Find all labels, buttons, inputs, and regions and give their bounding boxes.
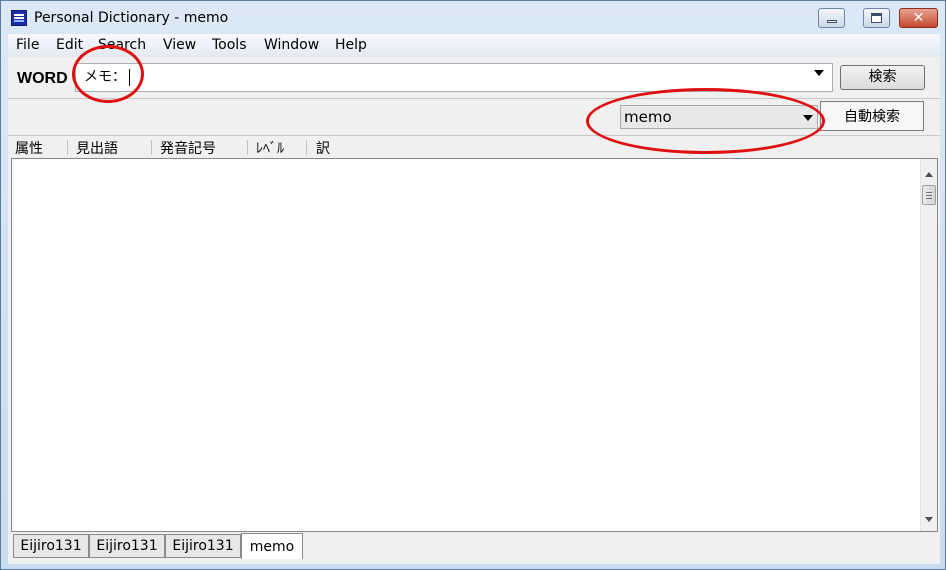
word-input-value: メモ：	[84, 69, 126, 85]
menu-file[interactable]: File	[16, 37, 39, 53]
maximize-icon	[871, 13, 882, 23]
menu-window[interactable]: Window	[264, 37, 319, 53]
dictionary-bar: memo 自動検索	[8, 99, 940, 134]
menu-tools[interactable]: Tools	[212, 37, 247, 53]
close-icon: ✕	[912, 10, 925, 26]
tab-eijiro131[interactable]: Eijiro131	[165, 534, 241, 558]
menu-search[interactable]: Search	[98, 37, 146, 53]
scroll-down-icon[interactable]	[925, 517, 933, 522]
dictionary-select[interactable]: memo	[620, 105, 818, 129]
scroll-up-icon[interactable]	[925, 172, 933, 177]
title-bar[interactable]: Personal Dictionary - memo ✕	[1, 1, 945, 33]
tab-eijiro131[interactable]: Eijiro131	[89, 534, 165, 558]
minimize-icon	[827, 20, 837, 23]
scroll-thumb[interactable]	[922, 185, 936, 205]
tab-memo[interactable]: memo	[241, 533, 303, 559]
text-caret	[129, 68, 130, 86]
results-list[interactable]	[11, 158, 938, 532]
tab-eijiro131[interactable]: Eijiro131	[13, 534, 89, 558]
menu-bar: File Edit Search View Tools Window Help	[8, 34, 940, 57]
maximize-button[interactable]	[863, 8, 890, 28]
column-attribute[interactable]: 属性	[15, 138, 43, 158]
auto-search-toggle[interactable]: 自動検索	[820, 101, 924, 131]
column-translation[interactable]: 訳	[316, 138, 330, 158]
column-divider[interactable]	[151, 140, 152, 155]
menu-help[interactable]: Help	[335, 37, 367, 53]
chevron-down-icon[interactable]	[803, 115, 813, 121]
dictionary-tabs: Eijiro131 Eijiro131 Eijiro131 memo	[11, 533, 938, 559]
column-divider[interactable]	[306, 140, 307, 155]
word-label: WORD	[17, 70, 68, 87]
column-headword[interactable]: 見出語	[76, 138, 118, 158]
menu-view[interactable]: View	[163, 37, 196, 53]
word-search-input[interactable]: メモ：	[75, 63, 833, 92]
results-column-header: 属性 見出語 発音記号 ﾚﾍﾞﾙ 訳	[8, 137, 940, 157]
column-divider[interactable]	[247, 140, 248, 155]
column-divider[interactable]	[67, 140, 68, 155]
column-pronunciation[interactable]: 発音記号	[160, 138, 216, 158]
window-title: Personal Dictionary - memo	[34, 10, 229, 26]
grip-line	[926, 192, 932, 193]
search-bar: WORD メモ： 検索	[8, 60, 940, 96]
grip-line	[926, 195, 932, 196]
menu-edit[interactable]: Edit	[56, 37, 83, 53]
app-window: Personal Dictionary - memo ✕ File Edit S…	[0, 0, 946, 570]
grip-line	[926, 198, 932, 199]
dropdown-arrow-icon[interactable]	[814, 70, 824, 76]
client-area: File Edit Search View Tools Window Help …	[8, 34, 940, 564]
app-dictionary-icon	[11, 10, 27, 26]
close-button[interactable]: ✕	[899, 8, 938, 28]
column-level[interactable]: ﾚﾍﾞﾙ	[256, 138, 284, 158]
search-button[interactable]: 検索	[840, 65, 925, 90]
vertical-scrollbar[interactable]	[920, 159, 937, 531]
minimize-button[interactable]	[818, 8, 845, 28]
divider	[8, 135, 940, 136]
